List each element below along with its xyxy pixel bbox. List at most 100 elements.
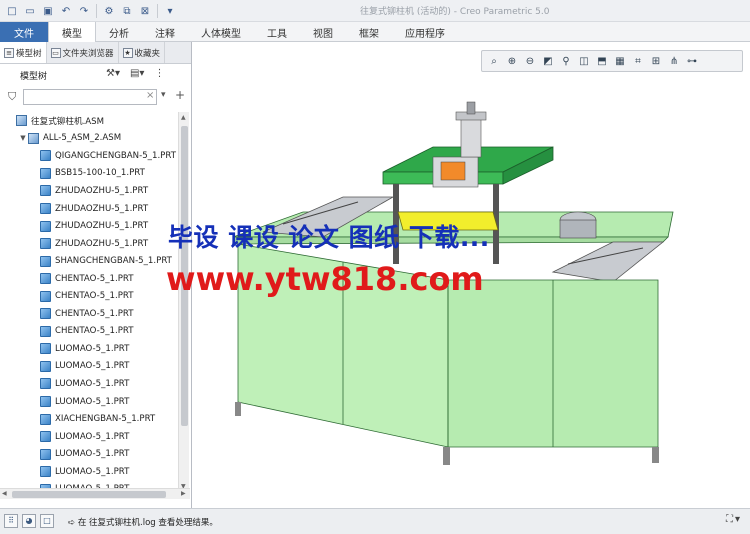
tree-item[interactable]: LUOMAO-5_1.PRT — [0, 375, 178, 393]
zoom-out-icon[interactable]: ⊖ — [522, 53, 538, 69]
tab-view[interactable]: 视图 — [300, 22, 346, 42]
refit-icon[interactable]: ⌕ — [486, 53, 502, 69]
part-icon — [40, 431, 51, 443]
tab-label: 收藏夹 — [134, 48, 161, 59]
open-icon[interactable]: ▭ — [22, 3, 38, 19]
annotation-display-icon[interactable]: ⊞ — [648, 53, 664, 69]
title-bar: □ ▭ ▣ ↶ ↷ ⚙ ⧉ ⊠ ▾ 往复式铆柱机 (活动的) - Creo Pa… — [0, 0, 750, 22]
tab-framework[interactable]: 框架 — [346, 22, 392, 42]
tree-item[interactable]: 往复式铆柱机.ASM — [0, 112, 178, 130]
tree-item-label: LUOMAO-5_1.PRT — [55, 343, 130, 354]
tree-item[interactable]: LUOMAO-5_1.PRT — [0, 340, 178, 358]
save-icon[interactable]: ▣ — [40, 3, 56, 19]
dropdown-icon[interactable]: ▾ — [735, 514, 740, 525]
tree-item[interactable]: ZHUDAOZHU-5_1.PRT — [0, 217, 178, 235]
navigator-toggle-icon[interactable]: ⠿ — [4, 514, 18, 528]
part-icon — [40, 308, 51, 320]
watermark-text-url: www.ytw818.com — [166, 260, 484, 298]
ribbon-tabs: 文件 模型 分析 注释 人体模型 工具 视图 框架 应用程序 — [0, 22, 750, 43]
tree-item[interactable]: LUOMAO-5_1.PRT — [0, 445, 178, 463]
tree-item[interactable]: ZHUDAOZHU-5_1.PRT — [0, 235, 178, 253]
browser-toggle-icon[interactable]: ◕ — [22, 514, 36, 528]
part-icon — [40, 360, 51, 372]
tree-item[interactable]: LUOMAO-5_1.PRT — [0, 463, 178, 481]
more-icon[interactable]: ⋮ — [154, 68, 164, 79]
tab-applications[interactable]: 应用程序 — [392, 22, 458, 42]
undo-icon[interactable]: ↶ — [58, 3, 74, 19]
close-icon[interactable]: ⊠ — [137, 3, 153, 19]
tree-item[interactable]: LUOMAO-5_1.PRT — [0, 428, 178, 446]
part-icon — [40, 203, 51, 214]
settings-icon[interactable]: ⚒▾ — [106, 68, 120, 79]
leg — [443, 447, 450, 465]
separator — [157, 4, 158, 18]
part-icon — [40, 167, 51, 179]
add-icon[interactable]: + — [175, 88, 185, 102]
tree-item[interactable]: LUOMAO-5_1.PRT — [0, 393, 178, 411]
tree-item-label: CHENTAO-5_1.PRT — [55, 326, 134, 337]
tree-vertical-scrollbar[interactable]: ▲ ▼ — [178, 112, 189, 492]
graphics-area[interactable]: ⌕ ⊕ ⊖ ◩ ⚲ ◫ ⬒ ▦ ⌗ ⊞ ⋔ ⊶ 毕设 课设 论文 图纸 下载..… — [166, 42, 750, 508]
tree-item[interactable]: CHENTAO-5_1.PRT — [0, 305, 178, 323]
tree-item[interactable]: XIACHENGBAN-5_1.PRT — [0, 410, 178, 428]
tree-item[interactable]: ▼ ALL-5_ASM_2.ASM — [0, 130, 178, 148]
scroll-up-icon[interactable]: ▲ — [181, 114, 186, 121]
tab-folder-browser[interactable]: ▭ 文件夹浏览器 — [47, 42, 119, 63]
tree-item[interactable]: ZHUDAOZHU-5_1.PRT — [0, 200, 178, 218]
repaint-icon[interactable]: ◩ — [540, 53, 556, 69]
part-icon — [40, 150, 51, 162]
filter-icon[interactable]: ⛉ — [8, 90, 16, 104]
more-icon[interactable]: ⊶ — [684, 53, 700, 69]
tree-item[interactable]: ZHUDAOZHU-5_1.PRT — [0, 182, 178, 200]
tree-item[interactable]: SHANGCHENGBAN-5_1.PRT — [0, 252, 178, 270]
tab-model[interactable]: 模型 — [48, 22, 96, 43]
tab-model-tree[interactable]: ≡ 模型树 — [0, 42, 47, 63]
binoculars-icon[interactable]: ⛶ — [726, 514, 733, 525]
status-right-tools: ⛶ ▾ — [726, 514, 740, 525]
tree-item[interactable]: CHENTAO-5_1.PRT — [0, 270, 178, 288]
scroll-left-icon[interactable]: ◀ — [2, 490, 7, 497]
datum-display-icon[interactable]: ⌗ — [630, 53, 646, 69]
tab-file[interactable]: 文件 — [0, 22, 48, 42]
tab-analysis[interactable]: 分析 — [96, 22, 142, 42]
tab-annotate[interactable]: 注释 — [142, 22, 188, 42]
scroll-thumb[interactable] — [12, 491, 166, 498]
named-views-icon[interactable]: ▦ — [612, 53, 628, 69]
customize-icon[interactable]: ▾ — [162, 3, 178, 19]
new-icon[interactable]: □ — [4, 3, 20, 19]
windows-icon[interactable]: ⧉ — [119, 3, 135, 19]
fullscreen-icon[interactable]: □ — [40, 514, 54, 528]
tree-item-label: QIGANGCHENGBAN-5_1.PRT — [55, 150, 176, 161]
tree-item[interactable]: CHENTAO-5_1.PRT — [0, 323, 178, 341]
tree-item-label: ZHUDAOZHU-5_1.PRT — [55, 203, 149, 214]
display-style-icon[interactable]: ◫ — [576, 53, 592, 69]
chevron-down-icon[interactable]: ▾ — [161, 90, 166, 100]
tree-item[interactable]: QIGANGCHENGBAN-5_1.PRT — [0, 147, 178, 165]
redo-icon[interactable]: ↷ — [76, 3, 92, 19]
spin-center-icon[interactable]: ⋔ — [666, 53, 682, 69]
zoom-in-icon[interactable]: ⊕ — [504, 53, 520, 69]
tree-horizontal-scrollbar[interactable]: ◀ ▶ — [0, 488, 190, 499]
tab-tools[interactable]: 工具 — [254, 22, 300, 42]
tab-manikin[interactable]: 人体模型 — [188, 22, 254, 42]
tree-item[interactable]: LUOMAO-5_1.PRT — [0, 358, 178, 376]
watermark-text-cn: 毕设 课设 论文 图纸 下载... — [168, 223, 490, 252]
tree-item[interactable]: BSB15-100-10_1.PRT — [0, 165, 178, 183]
tree-item-label: LUOMAO-5_1.PRT — [55, 449, 130, 460]
tree-item[interactable]: CHENTAO-5_1.PRT — [0, 287, 178, 305]
clear-icon[interactable]: × — [146, 90, 154, 101]
part-icon — [40, 185, 51, 197]
saved-orientations-icon[interactable]: ⬒ — [594, 53, 610, 69]
regenerate-icon[interactable]: ⚙ — [101, 3, 117, 19]
view-manager-icon[interactable]: ⚲ — [558, 53, 574, 69]
expand-arrow-icon[interactable]: ▼ — [18, 134, 28, 142]
assembly-icon — [28, 132, 39, 144]
graphics-toolbar: ⌕ ⊕ ⊖ ◩ ⚲ ◫ ⬒ ▦ ⌗ ⊞ ⋔ ⊶ — [481, 50, 743, 72]
scroll-right-icon[interactable]: ▶ — [181, 490, 186, 497]
tab-favorites[interactable]: ★ 收藏夹 — [119, 42, 166, 63]
show-icon[interactable]: ▤▾ — [130, 68, 144, 79]
part-icon — [40, 290, 51, 302]
tree-item-label: ALL-5_ASM_2.ASM — [43, 133, 122, 144]
folder-icon: ▭ — [50, 47, 61, 58]
search-input[interactable] — [23, 89, 157, 105]
